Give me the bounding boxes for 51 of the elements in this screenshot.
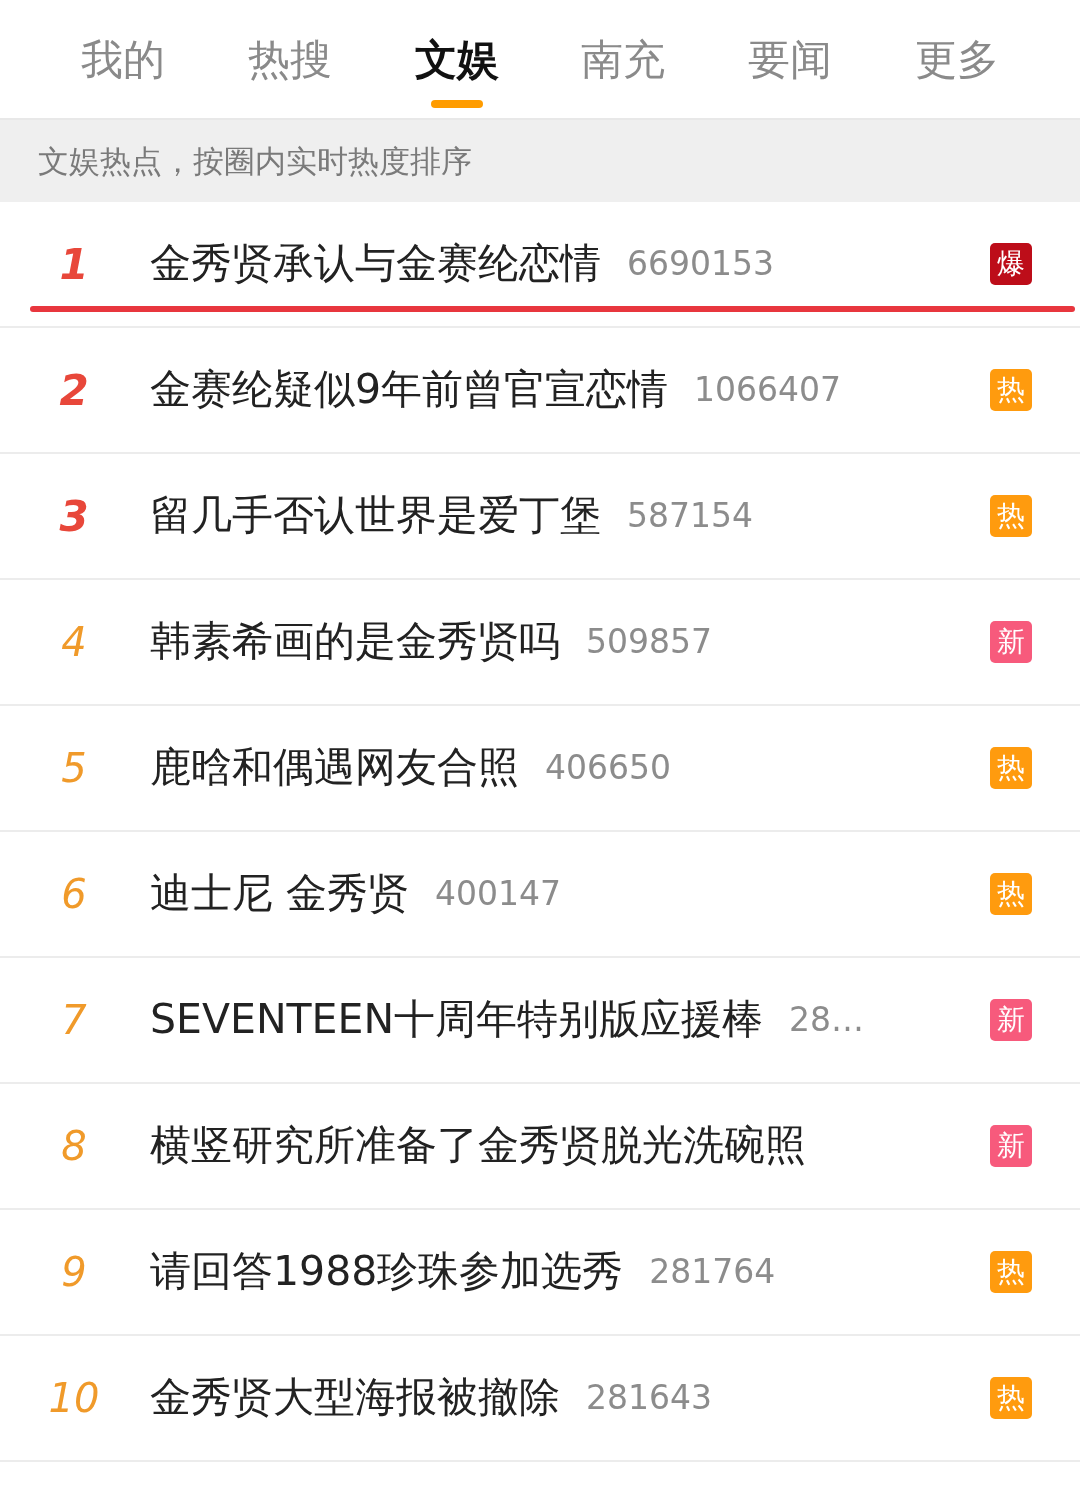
heat-count: 509857	[586, 621, 712, 664]
topic-title: 金秀贤承认与金赛纶恋情	[150, 238, 601, 290]
heat-count: 400147	[435, 873, 562, 916]
trending-item[interactable]: 1 金秀贤承认与金赛纶恋情 6690153 爆	[0, 202, 1080, 328]
topic-title: 横竖研究所准备了金秀贤脱光洗碗照	[150, 1120, 806, 1172]
topic-title: 鹿晗和偶遇网友合照	[150, 742, 519, 794]
list-description: 文娱热点，按圈内实时热度排序	[0, 120, 1080, 202]
heat-count: 587154	[627, 495, 753, 538]
topic-title: 金赛纶疑似9年前曾官宣恋情	[150, 364, 669, 416]
heat-count: 281643	[586, 1377, 712, 1420]
heat-tag: 热	[990, 1251, 1032, 1293]
rank-number: 3	[58, 490, 90, 543]
heat-tag: 新	[990, 999, 1032, 1041]
heat-count: 406650	[545, 747, 671, 790]
trending-item[interactable]: 8 横竖研究所准备了金秀贤脱光洗碗照 新	[0, 1084, 1080, 1210]
heat-tag: 热	[990, 495, 1032, 537]
rank-number: 2	[58, 364, 90, 417]
topic-title: 留几手否认世界是爱丁堡	[150, 490, 601, 542]
heat-tag: 热	[990, 369, 1032, 411]
rank-number: 7	[60, 996, 88, 1045]
trending-item[interactable]: 7 SEVENTEEN十周年特别版应援棒 28… 新	[0, 958, 1080, 1084]
trending-item[interactable]: 10 金秀贤大型海报被撤除 281643 热	[0, 1336, 1080, 1462]
topic-title: SEVENTEEN十周年特别版应援棒	[150, 994, 764, 1046]
topic-title: 韩素希画的是金秀贤吗	[150, 616, 560, 668]
trending-item[interactable]: 2 金赛纶疑似9年前曾官宣恋情 1066407 热	[0, 328, 1080, 454]
rank-number: 4	[60, 618, 88, 667]
heat-tag: 新	[990, 621, 1032, 663]
rank-number: 8	[60, 1122, 88, 1171]
trending-item[interactable]: 9 请回答1988珍珠参加选秀 281764 热	[0, 1210, 1080, 1336]
heat-tag: 爆	[990, 243, 1032, 285]
heat-tag: 热	[990, 1377, 1032, 1419]
heat-count: 6690153	[627, 243, 774, 286]
tab[interactable]: 文娱	[373, 0, 540, 118]
trending-item[interactable]: 3 留几手否认世界是爱丁堡 587154 热	[0, 454, 1080, 580]
rank-number: 10	[47, 1374, 101, 1423]
heat-tag: 热	[990, 873, 1032, 915]
heat-count: 28…	[789, 999, 865, 1042]
trending-item[interactable]: 5 鹿晗和偶遇网友合照 406650 热	[0, 706, 1080, 832]
rank-number: 5	[60, 744, 88, 793]
heat-count: 1066407	[694, 369, 842, 412]
rank-number: 6	[60, 870, 88, 919]
rank-number: 9	[60, 1248, 88, 1297]
topic-title: 金秀贤大型海报被撤除	[150, 1372, 560, 1424]
rank-number: 1	[58, 238, 90, 291]
heat-count: 281764	[649, 1251, 776, 1294]
heat-tag: 热	[990, 747, 1032, 789]
topic-title: 请回答1988珍珠参加选秀	[150, 1246, 624, 1298]
topic-title: 迪士尼 金秀贤	[150, 868, 410, 920]
heat-tag: 新	[990, 1125, 1032, 1167]
trending-item[interactable]: 4 韩素希画的是金秀贤吗 509857 新	[0, 580, 1080, 706]
trending-item[interactable]: 6 迪士尼 金秀贤 400147 热	[0, 832, 1080, 958]
